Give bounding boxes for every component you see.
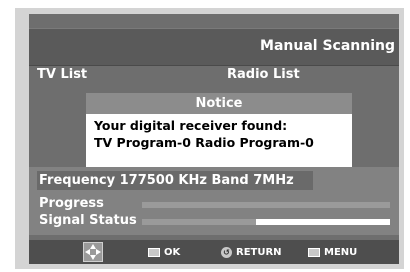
nav-move[interactable] — [83, 240, 103, 264]
nav-return[interactable]: ↺ RETURN — [221, 240, 282, 264]
frequency-readout: Frequency 177500 KHz Band 7MHz — [37, 171, 313, 190]
scan-info-panel: Frequency 177500 KHz Band 7MHz Progress … — [29, 167, 399, 235]
notice-title: Notice — [86, 93, 352, 114]
tab-tv-list[interactable]: TV List — [37, 67, 87, 82]
return-icon: ↺ — [221, 246, 232, 258]
tv-screen: Manual Scanning TV List Radio List Notic… — [29, 14, 399, 264]
dpad-icon — [83, 242, 103, 262]
page-title: Manual Scanning — [260, 38, 395, 54]
notice-message: Your digital receiver found: TV Program-… — [86, 114, 352, 151]
nav-ok[interactable]: OK — [148, 240, 180, 264]
signal-status-bar — [142, 219, 390, 225]
remote-key-guide: OK ↺ RETURN MENU — [29, 240, 399, 264]
signal-status-label: Signal Status — [39, 213, 137, 228]
enter-key-icon — [148, 247, 160, 257]
nav-ok-label: OK — [164, 246, 181, 258]
nav-return-label: RETURN — [236, 246, 282, 258]
progress-bar — [142, 202, 390, 208]
notice-line-2: TV Program-0 Radio Program-0 — [94, 135, 314, 150]
title-bar: Manual Scanning — [29, 28, 399, 66]
nav-menu[interactable]: MENU — [308, 240, 357, 264]
signal-status-bar-fill — [256, 219, 390, 225]
notice-dialog: Notice Your digital receiver found: TV P… — [86, 93, 352, 168]
tab-radio-list[interactable]: Radio List — [227, 67, 300, 82]
progress-label: Progress — [39, 196, 104, 211]
menu-key-icon — [308, 247, 320, 257]
notice-line-1: Your digital receiver found: — [94, 118, 288, 133]
nav-menu-label: MENU — [324, 246, 358, 258]
